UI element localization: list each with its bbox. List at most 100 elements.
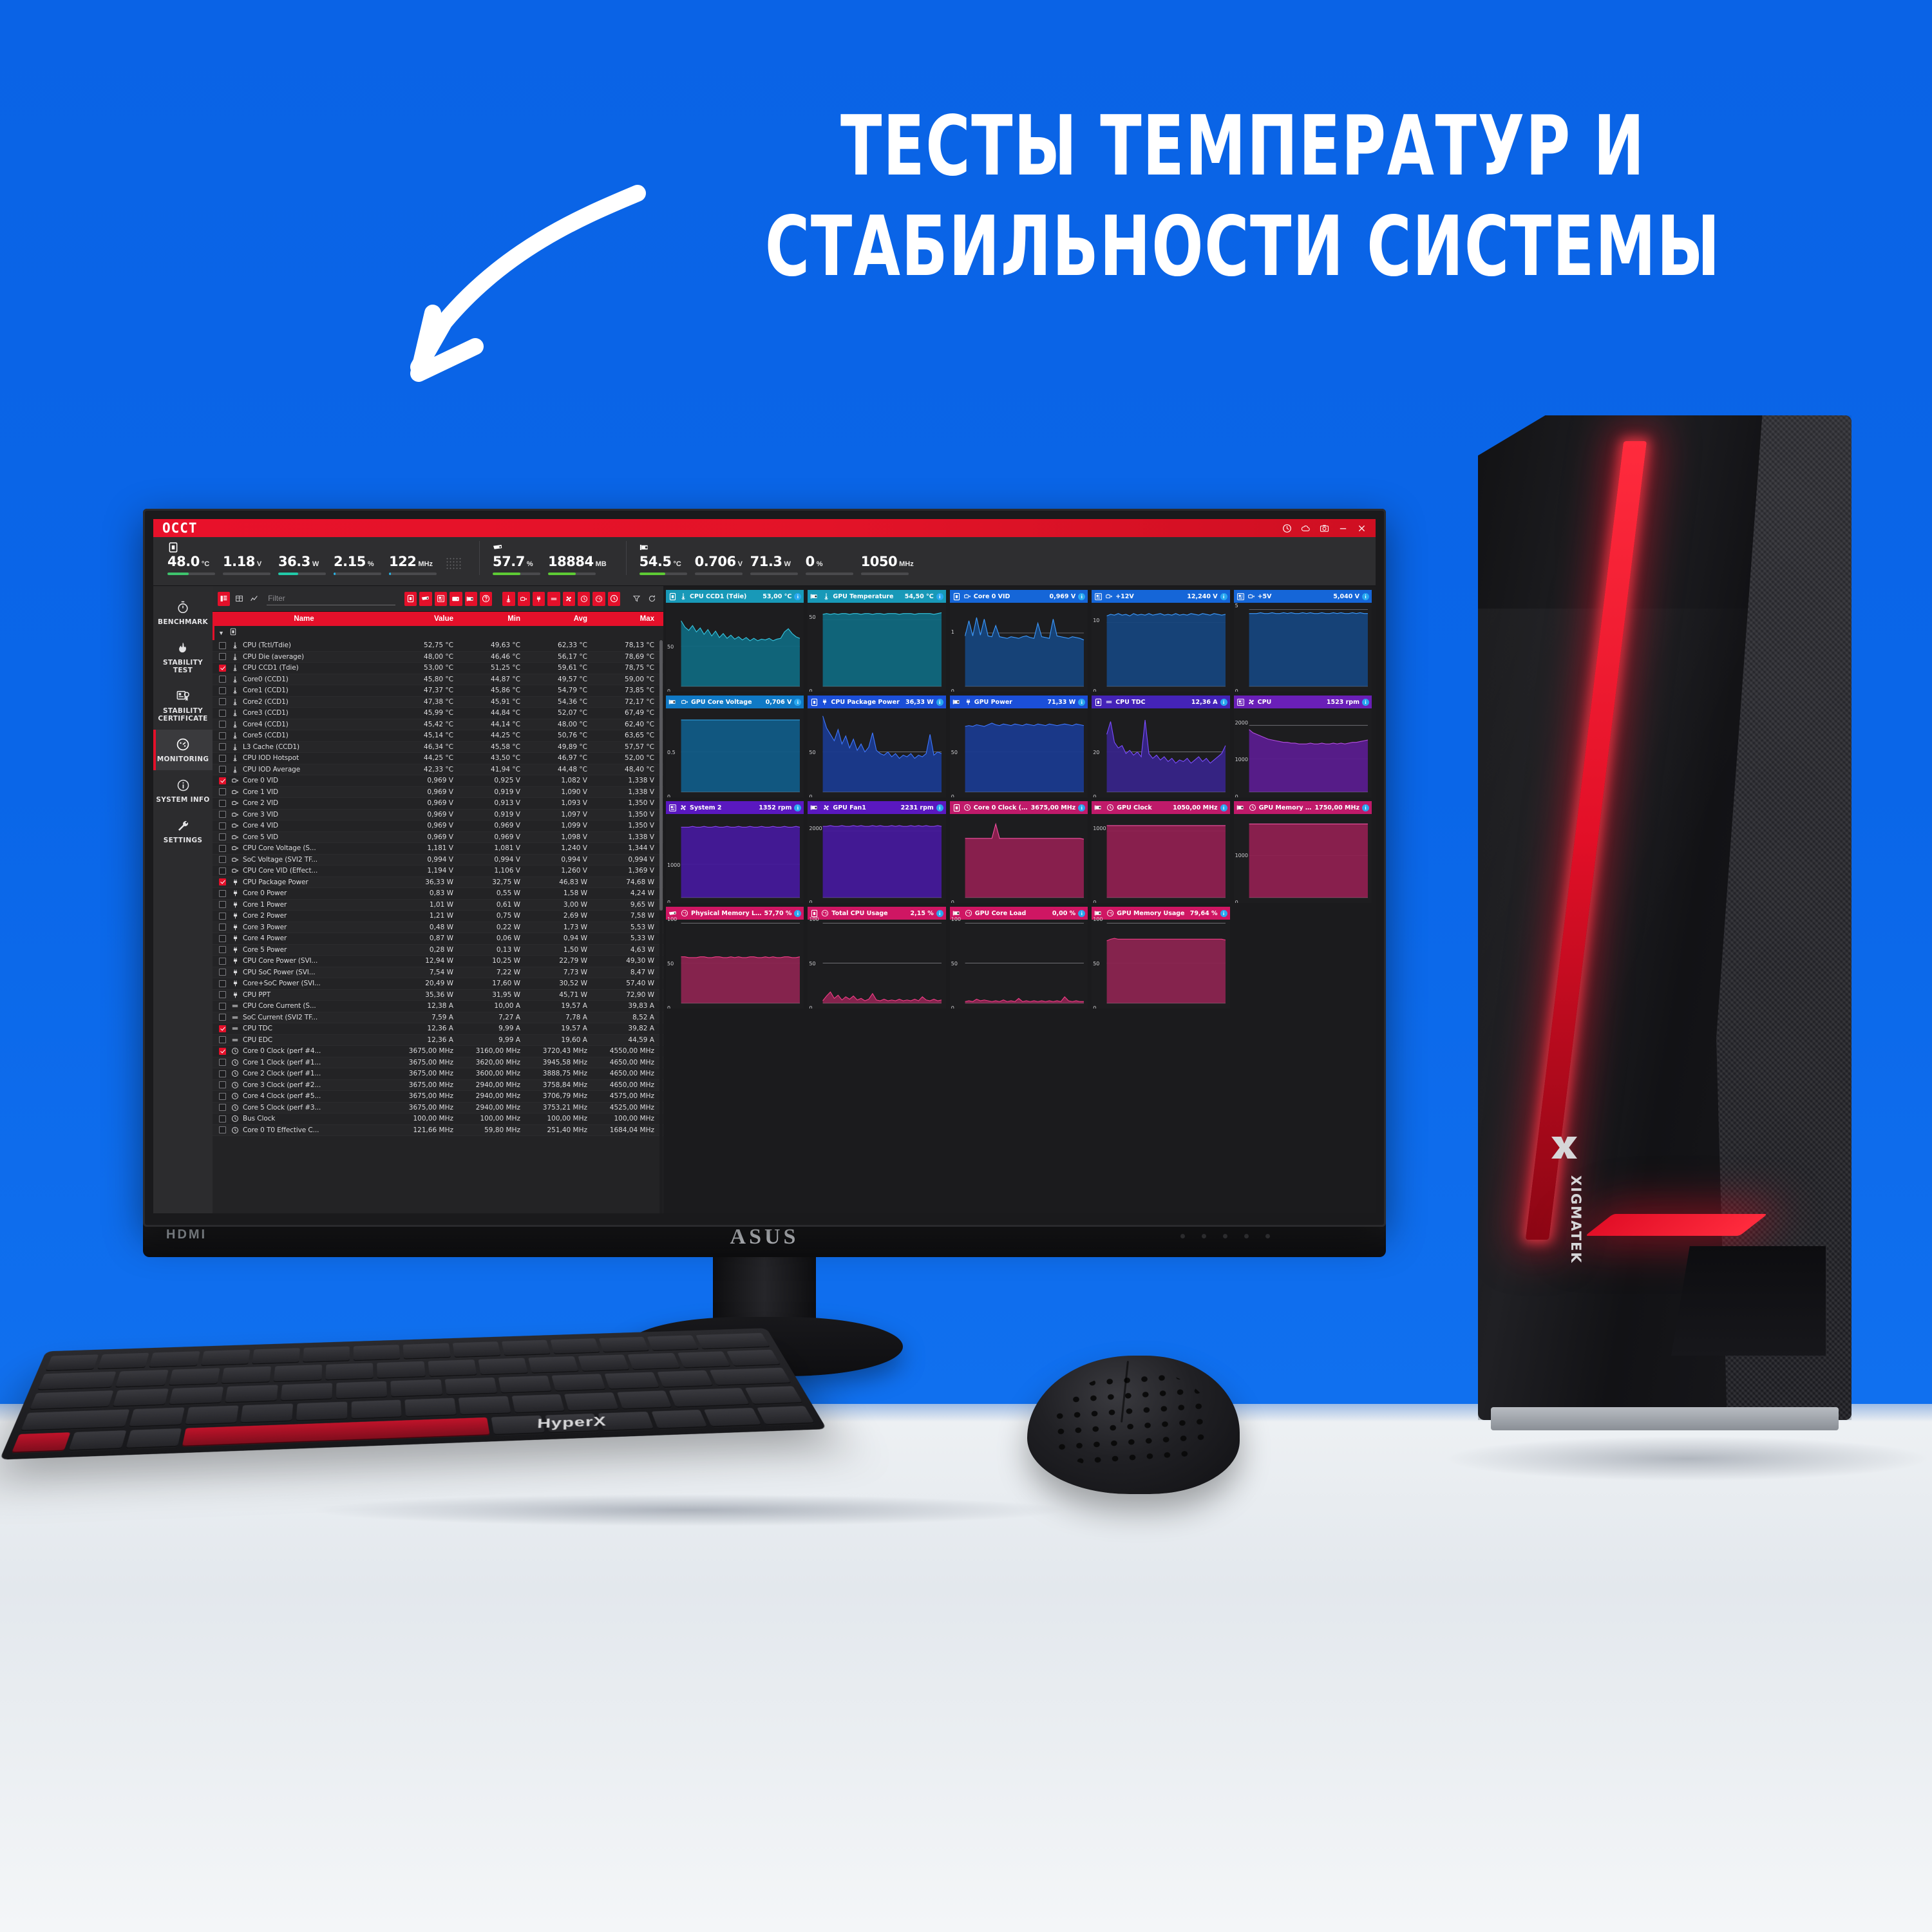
row-checkbox[interactable] bbox=[219, 991, 226, 999]
graph-view-button[interactable] bbox=[248, 592, 260, 606]
sidebar-item-settings[interactable]: SETTINGS bbox=[153, 811, 213, 851]
row-checkbox[interactable] bbox=[219, 867, 226, 875]
row-checkbox[interactable] bbox=[219, 766, 226, 773]
mouse[interactable] bbox=[1027, 1356, 1240, 1494]
table-row[interactable]: CPU Core Current (S... 12,38 A 10,00 A 19,5… bbox=[213, 1001, 663, 1012]
table-row[interactable]: Core 4 Clock (perf #5... 3675,00 MHz 2940,… bbox=[213, 1091, 663, 1103]
row-checkbox[interactable] bbox=[219, 687, 226, 694]
table-row[interactable]: Core 5 VID 0,969 V 0,969 V 1,098 V 1,338 V bbox=[213, 831, 663, 843]
graph-card[interactable]: CPU Package Power 36,33 Wi 0 50 bbox=[808, 696, 946, 797]
table-row[interactable]: Core 4 VID 0,969 V 0,969 V 1,099 V 1,350 V bbox=[213, 820, 663, 832]
row-checkbox[interactable] bbox=[219, 901, 226, 909]
table-row[interactable]: Core5 (CCD1) 45,14 °C 44,25 °C 50,76 °C 63,6… bbox=[213, 730, 663, 742]
column-header-max[interactable]: Max bbox=[592, 615, 659, 623]
table-row[interactable]: Core 3 Clock (perf #2... 3675,00 MHz 2940,… bbox=[213, 1079, 663, 1091]
row-checkbox[interactable] bbox=[219, 709, 226, 717]
table-body[interactable]: CPU (Tctl/Tdie) 52,75 °C 49,63 °C 62,33 °C 7… bbox=[213, 640, 663, 1213]
table-row[interactable]: Core+SoC Power (SVI... 20,49 W 17,60 W 30,5… bbox=[213, 978, 663, 990]
table-row[interactable]: Core 3 Power 0,48 W 0,22 W 1,73 W 5,53 W bbox=[213, 922, 663, 933]
sidebar-item-stability-certificate[interactable]: STABILITY CERTIFICATE bbox=[153, 681, 213, 730]
table-row[interactable]: Core4 (CCD1) 45,42 °C 44,14 °C 48,00 °C 62,4… bbox=[213, 719, 663, 730]
info-icon[interactable]: i bbox=[1220, 909, 1227, 917]
row-checkbox[interactable] bbox=[219, 743, 226, 751]
table-row[interactable]: Core 0 Clock (perf #4... 3675,00 MHz 3160,… bbox=[213, 1046, 663, 1057]
table-row[interactable]: Core3 (CCD1) 45,99 °C 44,84 °C 52,07 °C 67,4… bbox=[213, 708, 663, 719]
table-group-row[interactable]: ▼ bbox=[213, 626, 663, 640]
table-row[interactable]: Core1 (CCD1) 47,37 °C 45,86 °C 54,79 °C 73,8… bbox=[213, 685, 663, 697]
row-checkbox[interactable] bbox=[219, 969, 226, 976]
info-icon[interactable]: i bbox=[1361, 804, 1369, 811]
graph-card[interactable]: CPU 1523 rpm i 0 1000 2000 bbox=[1233, 696, 1372, 797]
graph-card[interactable]: System 2 1352 rpm i 0 1000 bbox=[666, 801, 804, 903]
row-checkbox[interactable] bbox=[219, 1059, 226, 1066]
row-checkbox[interactable] bbox=[219, 799, 226, 807]
table-scrollbar-thumb[interactable] bbox=[659, 640, 663, 911]
power-filter-button[interactable] bbox=[533, 591, 545, 606]
table-row[interactable]: Core 2 VID 0,969 V 0,913 V 1,093 V 1,350 V bbox=[213, 798, 663, 810]
info-icon[interactable]: i bbox=[936, 909, 943, 917]
table-row[interactable]: Core0 (CCD1) 45,80 °C 44,87 °C 49,57 °C 59,0… bbox=[213, 674, 663, 685]
table-row[interactable]: SoC Voltage (SVI2 TF... 0,994 V 0,994 V 0,9… bbox=[213, 854, 663, 866]
row-checkbox[interactable] bbox=[219, 1036, 226, 1044]
close-icon[interactable] bbox=[1357, 524, 1367, 533]
row-checkbox[interactable] bbox=[219, 1002, 226, 1010]
row-checkbox[interactable] bbox=[219, 822, 226, 829]
sidebar-item-stability-test[interactable]: STABILITY TEST bbox=[153, 633, 213, 681]
info-icon[interactable]: i bbox=[1220, 592, 1227, 600]
graph-card[interactable]: CPU TDC 12,36 Ai 0 20 bbox=[1092, 696, 1230, 797]
row-checkbox[interactable] bbox=[219, 1025, 226, 1032]
sidebar-item-benchmark[interactable]: BENCHMARK bbox=[153, 592, 213, 633]
table-row[interactable]: Core 1 Power 1,01 W 0,61 W 3,00 W 9,65 W bbox=[213, 899, 663, 911]
graph-card[interactable]: Total CPU Usage 2,15 % i 0 50 100 bbox=[808, 907, 946, 1009]
table-row[interactable]: CPU Die (average) 48,00 °C 46,46 °C 56,17 °… bbox=[213, 651, 663, 663]
row-checkbox[interactable] bbox=[219, 833, 226, 841]
graph-card[interactable]: GPU Core Load 0,00 % i 0 50 100 bbox=[949, 907, 1088, 1009]
row-checkbox[interactable] bbox=[219, 653, 226, 661]
info-icon[interactable]: i bbox=[794, 909, 802, 917]
reset-icon[interactable] bbox=[646, 592, 658, 606]
info-icon[interactable]: i bbox=[1361, 698, 1369, 706]
table-row[interactable]: CPU EDC 12,36 A 9,99 A 19,60 A 44,59 A bbox=[213, 1034, 663, 1046]
row-checkbox[interactable] bbox=[219, 777, 226, 784]
table-row[interactable]: CPU Core VID (Effect... 1,194 V 1,106 V 1,2… bbox=[213, 866, 663, 877]
row-checkbox[interactable] bbox=[219, 676, 226, 683]
row-checkbox[interactable] bbox=[219, 721, 226, 728]
row-checkbox[interactable] bbox=[219, 878, 226, 886]
monitor-osd-buttons[interactable] bbox=[1180, 1234, 1270, 1238]
graph-card[interactable]: GPU Memory Clock1750,00 MHzi01000 bbox=[1233, 801, 1372, 903]
row-checkbox[interactable] bbox=[219, 811, 226, 819]
row-checkbox[interactable] bbox=[219, 980, 226, 987]
info-icon[interactable]: i bbox=[794, 592, 802, 600]
row-checkbox[interactable] bbox=[219, 1104, 226, 1112]
history-icon[interactable] bbox=[1282, 524, 1292, 533]
graph-card[interactable]: GPU Power 71,33 Wi 0 50 bbox=[949, 696, 1088, 797]
row-checkbox[interactable] bbox=[219, 856, 226, 864]
table-row[interactable]: Core2 (CCD1) 47,38 °C 45,91 °C 54,36 °C 72,1… bbox=[213, 696, 663, 708]
search-input[interactable] bbox=[267, 592, 396, 605]
column-header-min[interactable]: Min bbox=[459, 615, 526, 623]
table-row[interactable]: CPU IOD Hotspot 44,25 °C 43,50 °C 46,97 °C 5… bbox=[213, 753, 663, 764]
row-checkbox[interactable] bbox=[219, 889, 226, 897]
row-checkbox[interactable] bbox=[219, 788, 226, 796]
row-checkbox[interactable] bbox=[219, 698, 226, 706]
row-checkbox[interactable] bbox=[219, 1081, 226, 1089]
table-row[interactable]: CPU Package Power 36,33 W 32,75 W 46,83 W 74… bbox=[213, 876, 663, 888]
fan-filter-button[interactable] bbox=[562, 591, 576, 606]
table-row[interactable]: CPU SoC Power (SVI... 7,54 W 7,22 W 7,73 W 8… bbox=[213, 967, 663, 978]
row-checkbox[interactable] bbox=[219, 946, 226, 954]
grid-view-button[interactable] bbox=[232, 592, 245, 606]
row-checkbox[interactable] bbox=[219, 1047, 226, 1055]
info-icon[interactable]: i bbox=[1078, 909, 1086, 917]
table-row[interactable]: Core 2 Clock (perf #1... 3675,00 MHz 3600,… bbox=[213, 1068, 663, 1080]
table-row[interactable]: Core 0 T0 Effective C... 121,66 MHz 59,80 … bbox=[213, 1124, 663, 1136]
row-checkbox[interactable] bbox=[219, 754, 226, 762]
table-row[interactable]: Core 1 Clock (perf #1... 3675,00 MHz 3620,… bbox=[213, 1057, 663, 1068]
table-row[interactable]: Bus Clock 100,00 MHz 100,00 MHz 100,00 MHz 1… bbox=[213, 1113, 663, 1125]
table-row[interactable]: L3 Cache (CCD1) 46,34 °C 45,58 °C 49,89 °C 5… bbox=[213, 741, 663, 753]
table-row[interactable]: Core 0 Power 0,83 W 0,55 W 1,58 W 4,24 W bbox=[213, 888, 663, 900]
column-header-value[interactable]: Value bbox=[392, 615, 459, 623]
minimize-icon[interactable] bbox=[1338, 524, 1348, 533]
other-filter-button[interactable] bbox=[479, 591, 493, 606]
table-row[interactable]: CPU (Tctl/Tdie) 52,75 °C 49,63 °C 62,33 °C 7… bbox=[213, 640, 663, 652]
row-checkbox[interactable] bbox=[219, 844, 226, 852]
